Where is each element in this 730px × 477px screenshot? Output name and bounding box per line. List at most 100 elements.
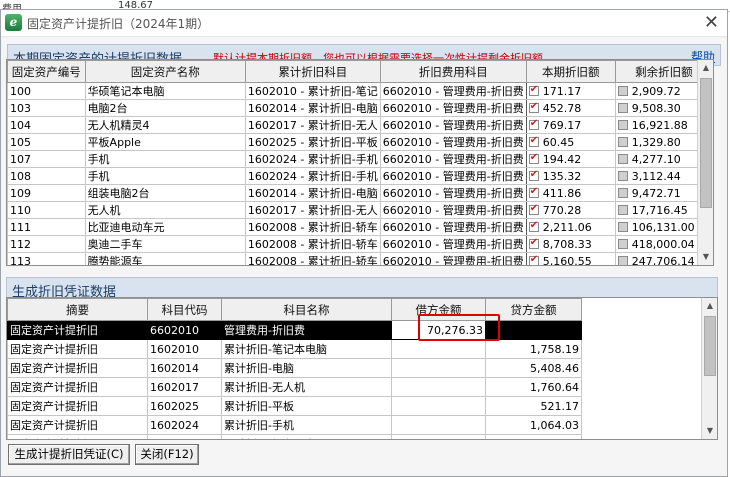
asset-name-cell[interactable]: 组装电脑2台 — [84, 184, 246, 202]
summary-cell[interactable]: 固定资产计提折旧 — [7, 377, 148, 397]
column-header[interactable]: 科目名称 — [221, 298, 392, 321]
account-name-cell[interactable]: 累计折旧-轿车（京L9675） — [221, 434, 392, 439]
account-code-cell[interactable]: 6602010 — [147, 320, 222, 340]
table-row[interactable]: 107 手机 1602024 - 累计折旧-手机 6602010 - 管理费用-折旧费… — [7, 150, 713, 168]
checkbox-checked-icon[interactable] — [528, 118, 539, 130]
column-header[interactable]: 折旧费用科目 — [379, 60, 527, 83]
summary-cell[interactable]: 固定资产计提折旧 — [7, 434, 148, 439]
close-icon[interactable]: ✕ — [704, 12, 719, 33]
table-row[interactable]: 固定资产计提折旧 1602024 累计折旧-手机 1,064.03 — [7, 415, 582, 435]
accumulated-account-cell[interactable]: 1602010 - 累计折旧-笔记 — [244, 82, 381, 100]
checkbox-icon[interactable] — [617, 85, 628, 96]
column-header[interactable]: 累计折旧科目 — [244, 60, 381, 83]
table-row[interactable]: 109 组装电脑2台 1602014 - 累计折旧-电脑 6602010 - 管理费用… — [7, 184, 713, 202]
asset-name-cell[interactable]: 电脑2台 — [84, 99, 246, 117]
scroll-down-icon[interactable]: ▼ — [698, 249, 713, 265]
credit-amount-cell[interactable]: 55,848.00 — [485, 434, 582, 439]
current-depreciation-cell[interactable]: 769.17 — [525, 116, 616, 134]
account-code-cell[interactable]: 1602008 — [147, 434, 222, 439]
checkbox-checked-icon[interactable] — [528, 254, 539, 265]
debit-amount-cell[interactable] — [391, 377, 486, 397]
asset-name-cell[interactable]: 腾势能源车 — [84, 252, 246, 265]
scroll-thumb[interactable] — [704, 316, 716, 376]
generate-voucher-button[interactable]: 生成计提折旧凭证(C) — [8, 444, 130, 465]
account-name-cell[interactable]: 累计折旧-电脑 — [221, 358, 392, 378]
credit-amount-cell[interactable]: 5,408.46 — [485, 358, 582, 378]
account-name-cell[interactable]: 累计折旧-无人机 — [221, 377, 392, 397]
asset-code-cell[interactable]: 110 — [7, 201, 86, 219]
account-code-cell[interactable]: 1602014 — [147, 358, 222, 378]
checkbox-checked-icon[interactable] — [528, 169, 539, 181]
expense-account-cell[interactable]: 6602010 - 管理费用-折旧费 — [379, 150, 527, 168]
expense-account-cell[interactable]: 6602010 - 管理费用-折旧费 — [379, 82, 527, 100]
expense-account-cell[interactable]: 6602010 - 管理费用-折旧费 — [379, 201, 527, 219]
asset-code-cell[interactable]: 103 — [7, 99, 86, 117]
checkbox-icon[interactable] — [617, 204, 628, 215]
account-name-cell[interactable]: 管理费用-折旧费 — [221, 320, 392, 340]
current-depreciation-cell[interactable]: 60.45 — [525, 133, 616, 151]
current-depreciation-cell[interactable]: 171.17 — [525, 82, 616, 100]
current-depreciation-cell[interactable]: 8,708.33 — [525, 235, 616, 253]
accumulated-account-cell[interactable]: 1602024 - 累计折旧-手机 — [244, 167, 381, 185]
summary-cell[interactable]: 固定资产计提折旧 — [7, 320, 148, 340]
account-name-cell[interactable]: 累计折旧-笔记本电脑 — [221, 339, 392, 359]
asset-name-cell[interactable]: 平板Apple — [84, 133, 246, 151]
current-depreciation-cell[interactable]: 135.32 — [525, 167, 616, 185]
table-row[interactable]: 固定资产计提折旧 1602010 累计折旧-笔记本电脑 1,758.19 — [7, 339, 582, 359]
account-name-cell[interactable]: 累计折旧-手机 — [221, 415, 392, 435]
expense-account-cell[interactable]: 6602010 - 管理费用-折旧费 — [379, 167, 527, 185]
checkbox-checked-icon[interactable] — [528, 101, 539, 113]
accumulated-account-cell[interactable]: 1602024 - 累计折旧-手机 — [244, 150, 381, 168]
expense-account-cell[interactable]: 6602010 - 管理费用-折旧费 — [379, 235, 527, 253]
account-code-cell[interactable]: 1602024 — [147, 415, 222, 435]
checkbox-checked-icon[interactable] — [528, 135, 539, 147]
checkbox-checked-icon[interactable] — [528, 203, 539, 215]
column-header[interactable]: 固定资产编号 — [7, 60, 86, 83]
column-header[interactable]: 固定资产名称 — [84, 60, 246, 83]
current-depreciation-cell[interactable]: 411.86 — [525, 184, 616, 202]
accumulated-account-cell[interactable]: 1602017 - 累计折旧-无人 — [244, 201, 381, 219]
table-row[interactable]: 103 电脑2台 1602014 - 累计折旧-电脑 6602010 - 管理费用-折… — [7, 99, 713, 117]
table-row[interactable]: 100 华硕笔记本电脑 1602010 - 累计折旧-笔记 6602010 - 管理费… — [7, 82, 713, 100]
asset-name-cell[interactable]: 华硕笔记本电脑 — [84, 82, 246, 100]
checkbox-icon[interactable] — [617, 153, 628, 164]
credit-amount-cell[interactable]: 1,758.19 — [485, 339, 582, 359]
table-row[interactable]: 112 奥迪二手车 1602008 - 累计折旧-轿车 6602010 - 管理费用-… — [7, 235, 713, 253]
checkbox-icon[interactable] — [617, 170, 628, 181]
checkbox-checked-icon[interactable] — [528, 186, 539, 198]
debit-amount-cell[interactable] — [391, 358, 486, 378]
accumulated-account-cell[interactable]: 1602008 - 累计折旧-轿车 — [244, 218, 381, 236]
checkbox-icon[interactable] — [617, 119, 628, 130]
checkbox-icon[interactable] — [617, 238, 628, 249]
credit-amount-cell[interactable]: 1,064.03 — [485, 415, 582, 435]
credit-amount-cell[interactable]: 521.17 — [485, 396, 582, 416]
table-row[interactable]: 104 无人机精灵4 1602017 - 累计折旧-无人 6602010 - 管理费用… — [7, 116, 713, 134]
table-row[interactable]: 111 比亚迪电动车元 1602008 - 累计折旧-轿车 6602010 - 管理费… — [7, 218, 713, 236]
asset-code-cell[interactable]: 108 — [7, 167, 86, 185]
debit-amount-cell[interactable] — [391, 415, 486, 435]
debit-amount-cell[interactable] — [391, 434, 486, 439]
expense-account-cell[interactable]: 6602010 - 管理费用-折旧费 — [379, 184, 527, 202]
table-row[interactable]: 固定资产计提折旧1602008累计折旧-轿车（京L9675） 55,848.00 — [7, 434, 582, 439]
debit-amount-cell[interactable] — [391, 339, 486, 359]
table-row[interactable]: 固定资产计提折旧 1602017 累计折旧-无人机 1,760.64 — [7, 377, 582, 397]
debit-amount-cell[interactable] — [391, 396, 486, 416]
column-header[interactable]: 本期折旧额 — [525, 60, 616, 83]
table-row[interactable]: 105 平板Apple 1602025 - 累计折旧-平板 6602010 - 管理费… — [7, 133, 713, 151]
account-code-cell[interactable]: 1602017 — [147, 377, 222, 397]
asset-name-cell[interactable]: 比亚迪电动车元 — [84, 218, 246, 236]
current-depreciation-cell[interactable]: 2,211.06 — [525, 218, 616, 236]
asset-code-cell[interactable]: 111 — [7, 218, 86, 236]
vertical-scrollbar[interactable]: ▲ ▼ — [701, 298, 717, 439]
table-row[interactable]: 108 手机 1602024 - 累计折旧-手机 6602010 - 管理费用-折旧费… — [7, 167, 713, 185]
scroll-up-icon[interactable]: ▲ — [698, 60, 713, 76]
column-header[interactable]: 摘要 — [7, 298, 148, 321]
vertical-scrollbar[interactable]: ▲ ▼ — [697, 60, 713, 265]
column-header[interactable]: 科目代码 — [147, 298, 222, 321]
asset-name-cell[interactable]: 无人机 — [84, 201, 246, 219]
checkbox-icon[interactable] — [617, 187, 628, 198]
account-code-cell[interactable]: 1602010 — [147, 339, 222, 359]
expense-account-cell[interactable]: 6602010 - 管理费用-折旧费 — [379, 252, 527, 265]
close-button[interactable]: 关闭(F12) — [135, 444, 199, 465]
checkbox-checked-icon[interactable] — [528, 220, 539, 232]
